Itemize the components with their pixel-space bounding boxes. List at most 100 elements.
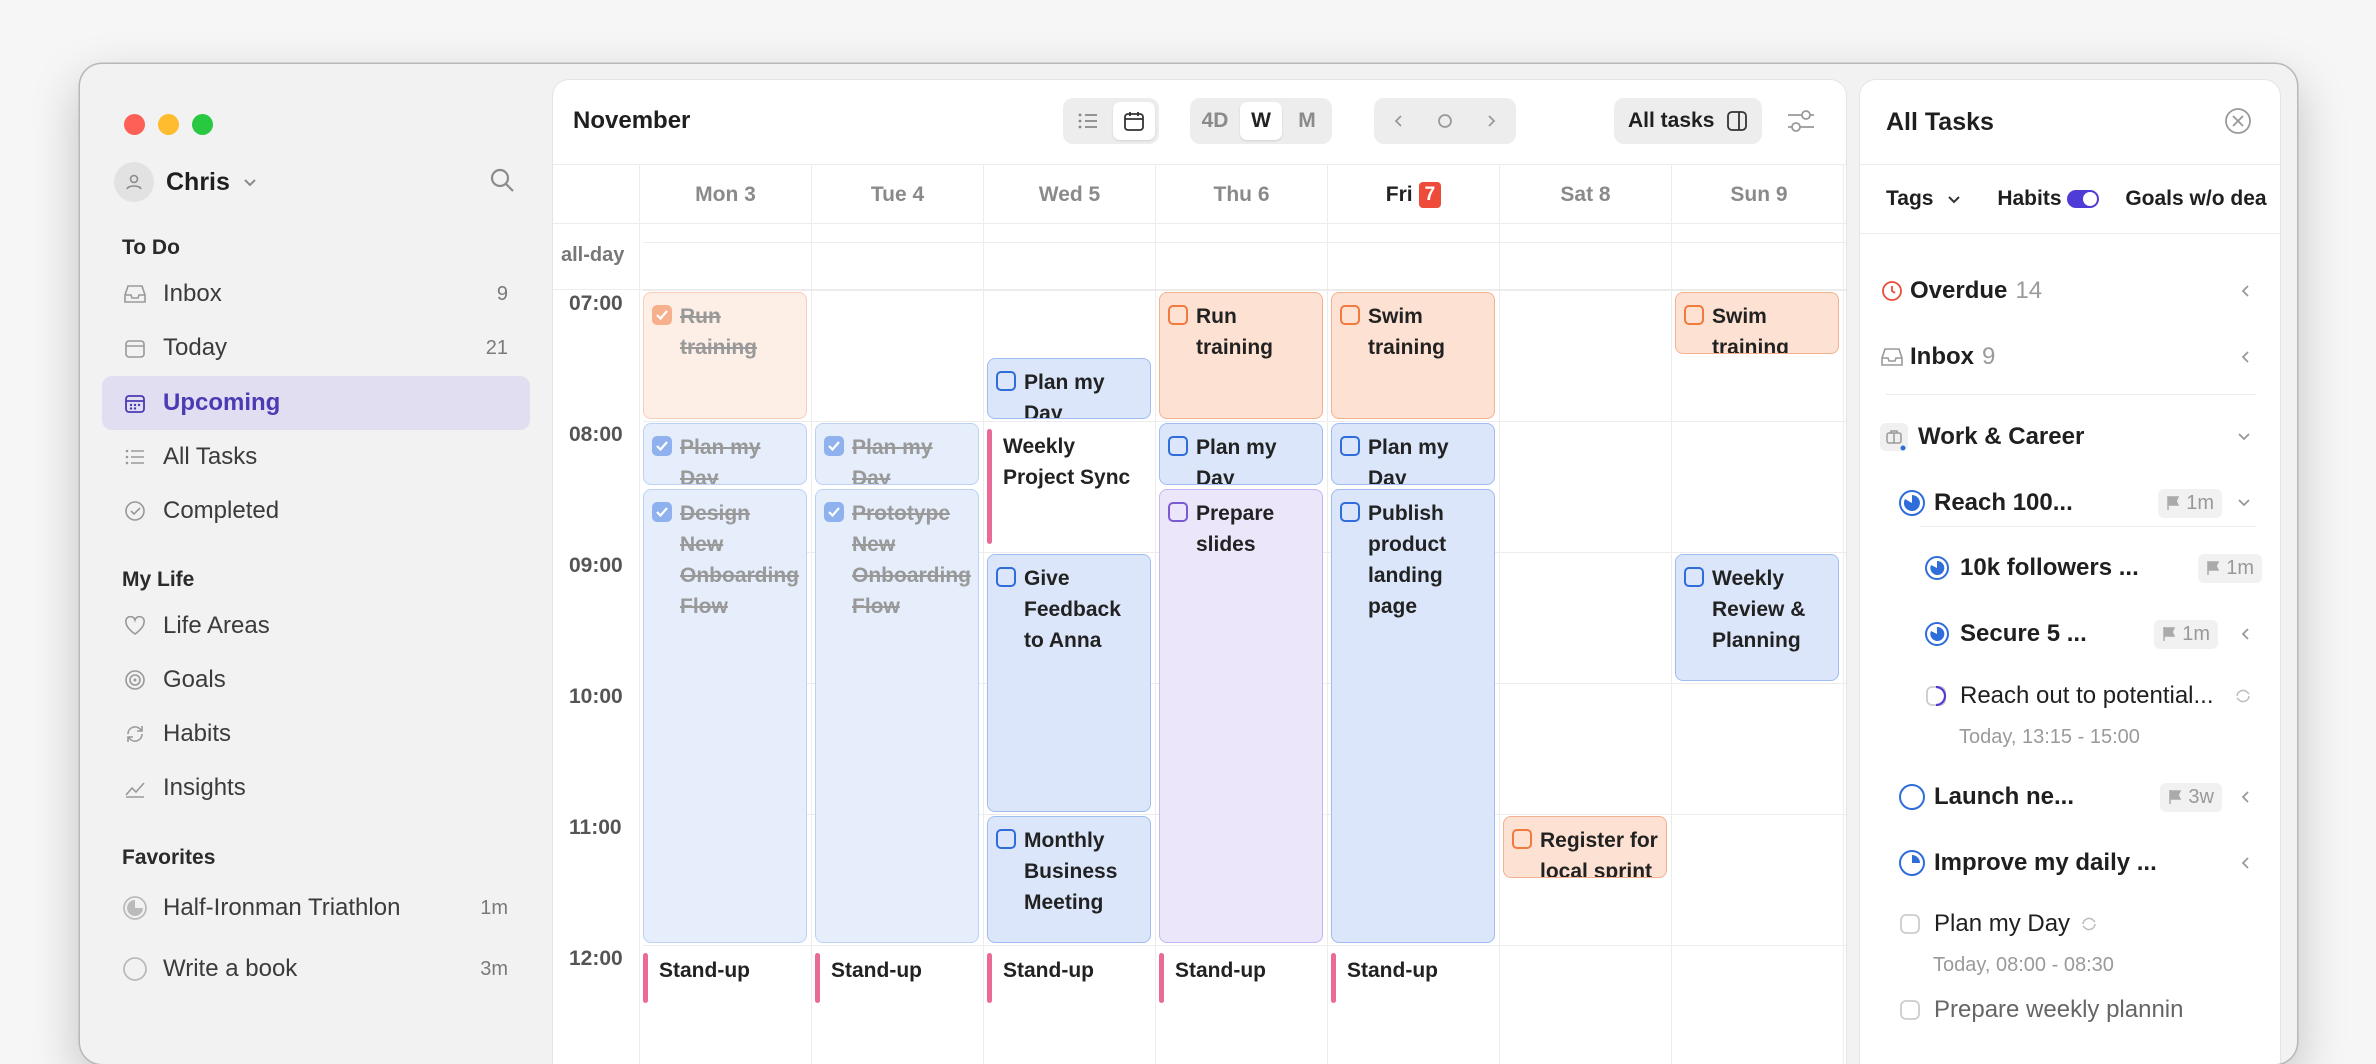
goal-row[interactable]: Improve my daily ... (1898, 849, 2256, 877)
task-checkbox-icon[interactable] (1898, 998, 1922, 1022)
task-row[interactable]: Plan my Day (1898, 910, 2256, 938)
filter-settings-button[interactable] (1786, 108, 1816, 139)
task-checkbox-icon[interactable] (1168, 436, 1188, 456)
task-checkbox-icon[interactable] (996, 370, 1016, 391)
search-button[interactable] (488, 166, 516, 199)
sidebar-item-completed[interactable]: Completed (102, 484, 530, 538)
tags-filter[interactable]: Tags (1886, 187, 1961, 211)
calendar-task[interactable]: Give Feedback to Anna (987, 554, 1151, 812)
next-week-button[interactable] (1470, 102, 1512, 140)
day-header[interactable]: Sun 9 (1671, 165, 1846, 225)
calendar-meeting[interactable]: Stand-up (643, 947, 807, 1009)
favorite-item[interactable]: Write a book 3m (102, 942, 530, 996)
sidebar-item-goals[interactable]: Goals (102, 653, 530, 707)
calendar-task[interactable]: Plan my Day (1159, 423, 1323, 485)
task-checkbox-icon[interactable] (996, 567, 1016, 587)
task-checkbox-icon[interactable] (1684, 567, 1704, 587)
chevron-left-icon (2241, 628, 2249, 640)
habits-toggle[interactable] (2067, 190, 2100, 209)
calendar-task[interactable]: Plan my Day (815, 423, 979, 485)
sidebar-item-label: Habits (163, 720, 232, 747)
sidebar-item-inbox[interactable]: Inbox 9 (102, 267, 530, 321)
task-checkbox-icon[interactable] (1898, 912, 1922, 936)
calendar-meeting[interactable]: Stand-up (987, 947, 1151, 1009)
habits-filter[interactable]: Habits (1997, 187, 2100, 211)
task-checkbox-icon[interactable] (1168, 501, 1188, 522)
calendar-task[interactable]: Prepare slides (1159, 488, 1323, 943)
all-day-row[interactable]: all-day (553, 224, 1846, 290)
view-4d-button[interactable]: 4D (1194, 102, 1236, 140)
goal-age-badge: 1m (2198, 553, 2262, 583)
goals-filter[interactable]: Goals w/o dea (2125, 187, 2266, 211)
calendar-task[interactable]: Swim training (1331, 292, 1495, 419)
goal-row[interactable]: Launch ne... 3w (1898, 782, 2256, 812)
task-checkbox-icon[interactable] (1340, 501, 1360, 522)
all-tasks-toggle[interactable]: All tasks (1614, 98, 1763, 144)
sidebar-item-insights[interactable]: Insights (102, 761, 530, 815)
calendar-task[interactable]: Publish product landing page (1331, 488, 1495, 943)
zoom-window-button[interactable] (192, 114, 213, 135)
task-checkbox-icon[interactable] (1168, 305, 1188, 325)
minimize-window-button[interactable] (158, 114, 179, 135)
view-week-button[interactable]: W (1240, 102, 1282, 140)
calendar-task[interactable]: Plan my Day (1331, 423, 1495, 485)
prev-week-button[interactable] (1378, 102, 1420, 140)
calendar-meeting[interactable]: Stand-up (1331, 947, 1495, 1009)
task-checkbox-icon[interactable] (1684, 305, 1704, 325)
checked-checkbox-icon[interactable] (652, 305, 672, 325)
subgoal-row[interactable]: Secure 5 ... 1m (1924, 619, 2256, 649)
calendar-task[interactable]: Plan my Day (987, 357, 1151, 419)
chevron-down-icon (2238, 499, 2250, 507)
calendar-task[interactable]: Weekly Review & Planning (1675, 554, 1839, 681)
calendar-view-button[interactable] (1113, 102, 1155, 140)
calendar-meeting[interactable]: Weekly Project Sync (987, 423, 1151, 550)
calendar-task[interactable]: Swim training (1675, 292, 1839, 354)
sidebar-item-life-areas[interactable]: Life Areas (102, 599, 530, 653)
checked-checkbox-icon[interactable] (652, 501, 672, 522)
today-button[interactable] (1424, 102, 1466, 140)
overdue-row[interactable]: Overdue 14 (1880, 277, 2256, 305)
view-month-button[interactable]: M (1286, 102, 1328, 140)
task-row[interactable]: Reach out to potential... (1924, 682, 2256, 710)
calendar-task[interactable]: Run training (643, 292, 807, 419)
task-checkbox-icon[interactable] (1340, 436, 1360, 456)
task-row[interactable]: Prepare weekly plannin (1898, 996, 2256, 1024)
time-grid[interactable]: 07:00 08:00 09:00 10:00 11:00 12:00 Run traini… (553, 164, 1846, 1064)
favorite-item[interactable]: Half-Ironman Triathlon 1m (102, 881, 530, 935)
task-checkbox-icon[interactable] (1340, 305, 1360, 325)
task-checkbox-icon[interactable] (1512, 829, 1532, 849)
close-window-button[interactable] (124, 114, 145, 135)
day-header[interactable]: Sat 8 (1499, 165, 1671, 225)
subgoal-row[interactable]: 10k followers ... 1m (1924, 553, 2262, 583)
goal-row[interactable]: Reach 100... 1m (1898, 488, 2256, 518)
day-header[interactable]: Wed 5 (983, 165, 1155, 225)
calendar-meeting[interactable]: Stand-up (815, 947, 979, 1009)
close-panel-button[interactable] (2223, 106, 2253, 141)
task-checkbox-icon[interactable] (996, 829, 1016, 849)
calendar-meeting[interactable]: Stand-up (1159, 947, 1323, 1009)
checked-checkbox-icon[interactable] (824, 436, 844, 456)
area-row[interactable]: Work & Career (1880, 423, 2256, 451)
user-menu[interactable]: Chris (114, 162, 258, 202)
checked-checkbox-icon[interactable] (824, 501, 844, 522)
time-label: 10:00 (569, 685, 623, 708)
event-title: Plan my Day (1196, 436, 1277, 485)
day-header[interactable]: Tue 4 (811, 165, 983, 225)
checked-checkbox-icon[interactable] (652, 436, 672, 456)
sidebar-item-all-tasks[interactable]: All Tasks (102, 430, 530, 484)
day-header[interactable]: Thu 6 (1155, 165, 1327, 225)
day-header[interactable]: Mon 3 (639, 165, 811, 225)
sidebar-item-today[interactable]: Today 21 (102, 321, 530, 375)
task-checkbox-icon[interactable] (1924, 684, 1948, 708)
calendar-task[interactable]: Monthly Business Meeting (987, 816, 1151, 943)
calendar-task[interactable]: Register for local sprint (1503, 816, 1667, 878)
calendar-task[interactable]: Plan my Day (643, 423, 807, 485)
inbox-row[interactable]: Inbox 9 (1880, 343, 2256, 371)
day-header-today[interactable]: Fri 7 (1327, 165, 1499, 225)
sidebar-item-habits[interactable]: Habits (102, 707, 530, 761)
calendar-task[interactable]: Design New Onboarding Flow (643, 488, 807, 943)
list-view-button[interactable] (1067, 102, 1109, 140)
sidebar-item-upcoming[interactable]: Upcoming (102, 376, 530, 430)
calendar-task[interactable]: Run training (1159, 292, 1323, 419)
calendar-task[interactable]: Prototype New Onboarding Flow (815, 488, 979, 943)
